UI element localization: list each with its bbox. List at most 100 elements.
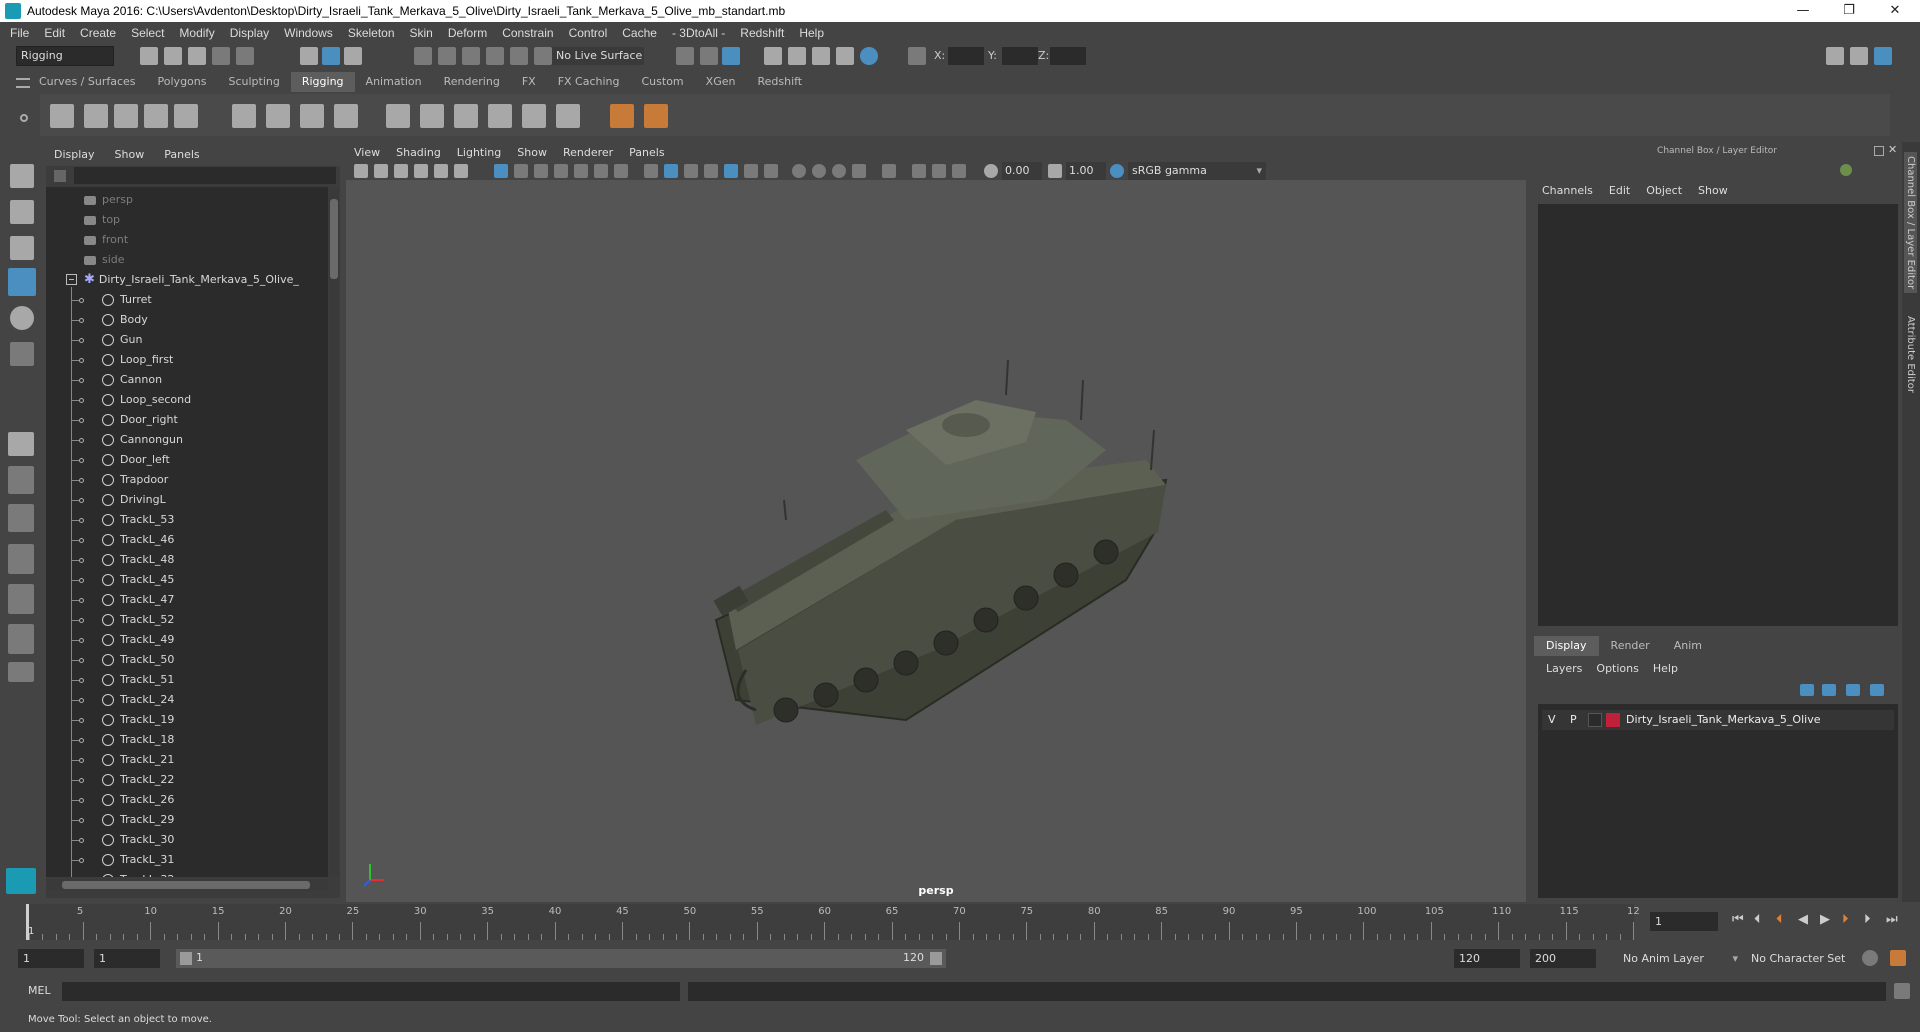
gamma-field[interactable]: 1.00 xyxy=(1066,162,1106,180)
go-to-start-icon[interactable]: ⏮ xyxy=(1732,912,1744,927)
redo-icon[interactable] xyxy=(236,47,254,65)
collapse-toggle-icon[interactable] xyxy=(66,274,77,285)
outliner-item-top[interactable]: top xyxy=(84,210,120,230)
aim-constraint-icon[interactable] xyxy=(420,104,444,128)
outliner-item[interactable]: TrackL_48 xyxy=(102,550,174,570)
humanik-icon[interactable] xyxy=(174,104,198,128)
scrollbar-thumb[interactable] xyxy=(62,881,310,889)
select-object-icon[interactable] xyxy=(322,47,340,65)
layer-menu-help[interactable]: Help xyxy=(1653,662,1678,675)
menu-skin[interactable]: Skin xyxy=(410,26,433,40)
step-forward-icon[interactable]: ⏵ xyxy=(1864,912,1871,927)
close-panel-icon[interactable]: ✕ xyxy=(1888,143,1897,156)
side-by-side-layout-icon[interactable] xyxy=(8,504,34,532)
channel-box-body[interactable] xyxy=(1538,204,1898,626)
viewport-persp[interactable]: persp xyxy=(346,180,1526,902)
image-plane-icon[interactable] xyxy=(414,164,428,178)
safe-title-icon[interactable] xyxy=(614,164,628,178)
persp-outliner-layout-icon[interactable] xyxy=(8,584,34,614)
xray-icon[interactable] xyxy=(704,164,718,178)
wireframe-on-shaded-icon[interactable] xyxy=(684,164,698,178)
scale-constraint-icon[interactable] xyxy=(488,104,512,128)
end-time-field[interactable]: 200 xyxy=(1530,949,1596,968)
outliner-item[interactable]: TrackL_52 xyxy=(102,610,174,630)
menu-display[interactable]: Display xyxy=(230,26,269,40)
outliner-item[interactable]: TrackL_49 xyxy=(102,630,174,650)
mode-dropdown[interactable]: Rigging xyxy=(16,46,114,66)
grid-icon[interactable] xyxy=(494,164,508,178)
scale-tool-icon[interactable] xyxy=(10,342,34,366)
layer-color-swatch[interactable] xyxy=(1606,713,1620,727)
tab-render[interactable]: Render xyxy=(1599,636,1662,656)
outliner-item[interactable]: TrackL_32 xyxy=(102,870,174,877)
paint-select-tool-icon[interactable] xyxy=(10,236,34,260)
z-field[interactable] xyxy=(1050,47,1086,65)
menu-skeleton[interactable]: Skeleton xyxy=(348,26,395,40)
outliner-item[interactable]: TrackL_53 xyxy=(102,510,174,530)
layer-menu-layers[interactable]: Layers xyxy=(1546,662,1582,675)
ik-handle-icon[interactable] xyxy=(84,104,108,128)
outliner-item[interactable]: Turret xyxy=(102,290,152,310)
grease-pencil-icon[interactable] xyxy=(454,164,468,178)
resolution-gate-icon[interactable] xyxy=(534,164,548,178)
transform-mode-icon[interactable] xyxy=(908,47,926,65)
menu-3dtoall[interactable]: - 3DtoAll - xyxy=(672,26,725,40)
menu-help[interactable]: Help xyxy=(799,26,824,40)
motion-blur-icon[interactable] xyxy=(812,164,826,178)
outliner-item[interactable]: Cannongun xyxy=(102,430,183,450)
outliner-item-side[interactable]: side xyxy=(84,250,125,270)
select-tool-icon[interactable] xyxy=(10,164,34,188)
channel-box-menu-channels[interactable]: Channels xyxy=(1542,184,1593,197)
custom-layout-icon[interactable] xyxy=(8,624,34,654)
shelf-settings-icon[interactable] xyxy=(20,114,28,122)
snap-point-icon[interactable] xyxy=(462,47,480,65)
tab-animation[interactable]: Animation xyxy=(355,72,433,92)
outliner-item-persp[interactable]: persp xyxy=(84,190,133,210)
outliner-item[interactable]: Gun xyxy=(102,330,142,350)
field-chart-icon[interactable] xyxy=(574,164,588,178)
new-scene-icon[interactable] xyxy=(140,47,158,65)
lasso-tool-icon[interactable] xyxy=(10,200,34,224)
color-management-icon[interactable] xyxy=(1110,164,1124,178)
outliner-menu-panels[interactable]: Panels xyxy=(164,148,199,161)
step-back-key-icon[interactable]: ⏴ xyxy=(1776,912,1783,927)
outliner-search-input[interactable] xyxy=(74,167,336,184)
hypershade-icon[interactable] xyxy=(860,47,878,65)
tab-fx-caching[interactable]: FX Caching xyxy=(547,72,631,92)
menu-create[interactable]: Create xyxy=(80,26,116,40)
tab-sculpting[interactable]: Sculpting xyxy=(217,72,290,92)
safe-action-icon[interactable] xyxy=(594,164,608,178)
menu-control[interactable]: Control xyxy=(569,26,608,40)
custom-tool-icon[interactable] xyxy=(644,104,668,128)
x-field[interactable] xyxy=(948,47,984,65)
menu-deform[interactable]: Deform xyxy=(448,26,487,40)
command-input[interactable] xyxy=(62,982,680,1001)
use-all-lights-icon[interactable] xyxy=(744,164,758,178)
single-pane-layout-icon[interactable] xyxy=(8,432,34,456)
pole-vector-icon[interactable] xyxy=(556,104,580,128)
outliner-item[interactable]: TrackL_51 xyxy=(102,670,174,690)
lattice-icon[interactable] xyxy=(300,104,324,128)
outliner-item[interactable]: Body xyxy=(102,310,148,330)
auto-key-icon[interactable] xyxy=(1862,950,1878,966)
tab-anim[interactable]: Anim xyxy=(1662,636,1714,656)
y-field[interactable] xyxy=(1002,47,1038,65)
start-time-field[interactable]: 1 xyxy=(18,949,84,968)
outliner-item[interactable]: Trapdoor xyxy=(102,470,168,490)
outliner-item[interactable]: DrivingL xyxy=(102,490,166,510)
isolate-select-icon[interactable] xyxy=(882,164,896,178)
exposure-icon[interactable] xyxy=(984,164,998,178)
tab-fx[interactable]: FX xyxy=(511,72,547,92)
bind-skin-icon[interactable] xyxy=(232,104,256,128)
mel-label[interactable]: MEL xyxy=(28,984,51,997)
outliner-filter-icon[interactable] xyxy=(54,170,66,182)
new-layer-icon[interactable] xyxy=(1846,684,1860,696)
channel-box-toggle-icon[interactable] xyxy=(1874,47,1892,65)
maximize-icon[interactable]: ❐ xyxy=(1826,0,1872,22)
viewport-menu-view[interactable]: View xyxy=(354,146,380,159)
input-ops-icon[interactable] xyxy=(676,47,694,65)
channel-box-menu-show[interactable]: Show xyxy=(1698,184,1728,197)
range-end-handle[interactable] xyxy=(930,952,942,965)
step-forward-key-icon[interactable]: ⏵ xyxy=(1842,912,1849,927)
output-ops-icon[interactable] xyxy=(700,47,718,65)
